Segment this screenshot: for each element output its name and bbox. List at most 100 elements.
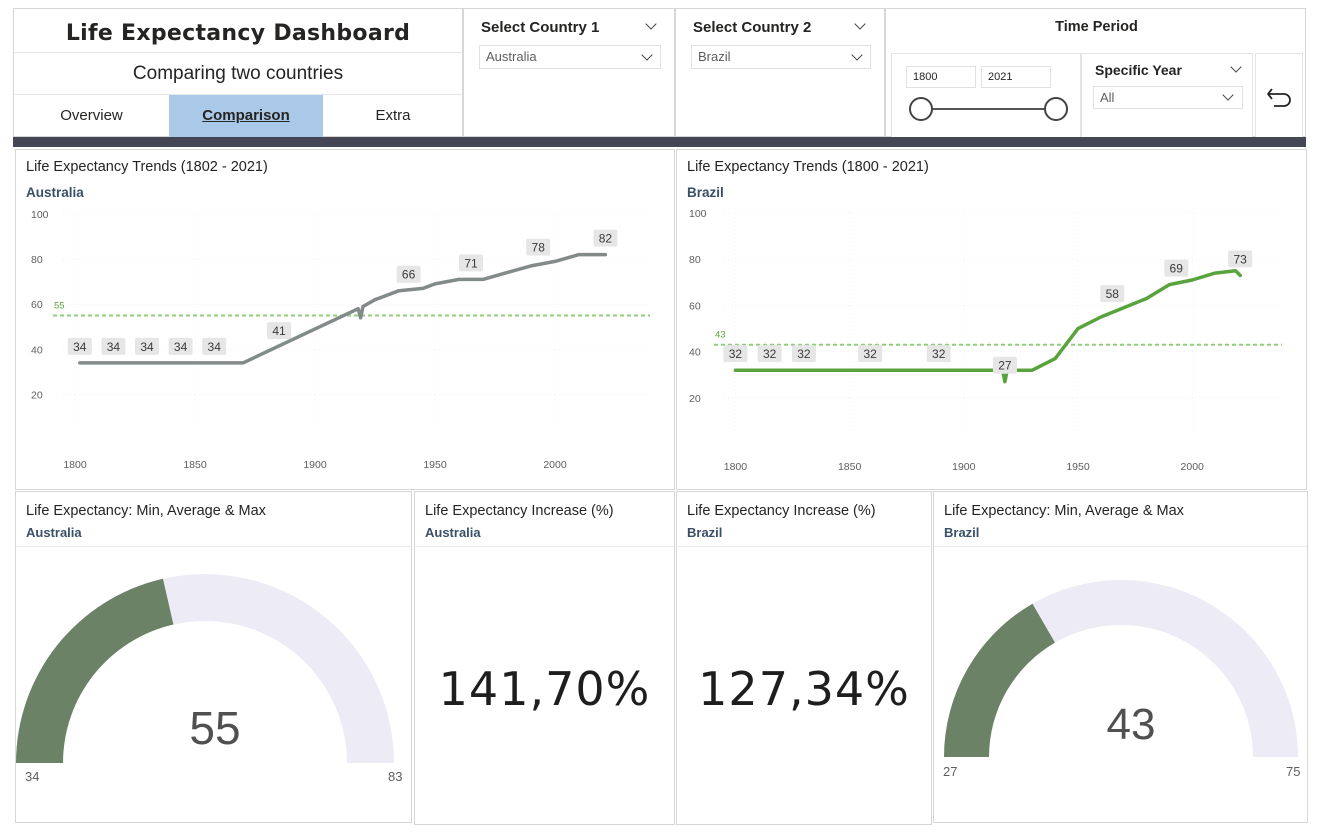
data-label-text: 34 (107, 340, 121, 354)
x-tick-label: 1850 (183, 459, 207, 471)
data-label-text: 41 (272, 324, 286, 338)
data-label: 82 (593, 229, 618, 247)
specific-year-dropdown[interactable]: All (1093, 86, 1243, 109)
x-tick-label: 2000 (1181, 461, 1205, 473)
start-year-input[interactable]: 1800 (906, 66, 976, 88)
x-tick-label: 1900 (952, 461, 976, 473)
data-label-text: 69 (1170, 262, 1184, 276)
trend-chart-country2: 100806040201800 1850 1900 1950 20004332 32 32 3… (689, 208, 1282, 473)
dashboard-title-card: Life Expectancy Dashboard (13, 8, 463, 52)
accent-divider (13, 137, 1306, 147)
card-divider (415, 546, 674, 547)
y-tick-label: 40 (31, 344, 43, 356)
x-tick-label: 1800 (63, 459, 87, 471)
y-tick-label: 80 (31, 254, 43, 266)
y-tick-label: 20 (31, 389, 43, 401)
y-tick-label: 100 (689, 208, 707, 220)
data-label: 66 (396, 265, 421, 283)
data-label-text: 66 (402, 268, 416, 282)
collapse-chevron-icon[interactable] (854, 18, 866, 30)
kpi-country1-label: Australia (425, 525, 481, 540)
data-label-text: 32 (729, 347, 743, 361)
gauge-max-label: 83 (388, 769, 402, 784)
gauge-min-label: 27 (943, 764, 957, 779)
tab-overview[interactable]: Overview (14, 95, 169, 137)
x-tick-label: 1900 (303, 459, 327, 471)
data-label: 34 (202, 337, 227, 355)
x-tick-label: 1800 (724, 461, 748, 473)
kpi-card-country2: Life Expectancy Increase (%) Brazil 127,… (676, 491, 932, 825)
x-tick-label: 2000 (543, 459, 567, 471)
time-period-title: Time Period (1055, 19, 1138, 35)
data-label: 78 (526, 238, 551, 256)
kpi-title-country2: Life Expectancy Increase (%) (687, 503, 876, 519)
gauge-chart-country1: 55 34 83 (16, 574, 402, 784)
data-label-text: 73 (1234, 252, 1248, 266)
data-label: 41 (267, 322, 291, 340)
specific-year-title: Specific Year (1095, 62, 1182, 78)
trend-card-country1: Life Expectancy Trends (1802 - 2021) Aus… (15, 149, 675, 490)
range-start-handle[interactable] (909, 97, 933, 121)
gauge-card-country1: Life Expectancy: Min, Average & Max Aust… (15, 491, 412, 823)
data-label: 34 (135, 337, 159, 355)
kpi-country2-label: Brazil (687, 525, 723, 540)
data-label: 34 (168, 337, 193, 355)
data-label: 32 (723, 345, 748, 363)
gauge-value: 43 (1107, 700, 1156, 749)
gauge-max-label: 75 (1286, 764, 1300, 779)
collapse-chevron-icon[interactable] (645, 18, 657, 30)
data-label-text: 58 (1106, 287, 1120, 301)
dashboard-title: Life Expectancy Dashboard (65, 21, 411, 46)
gauge-card-country2: Life Expectancy: Min, Average & Max Braz… (933, 491, 1308, 823)
country1-slicer: Select Country 1 Australia (463, 8, 675, 137)
card-divider (677, 546, 931, 547)
specific-year-value: All (1100, 90, 1115, 105)
average-label: 55 (54, 301, 65, 312)
x-tick-label: 1950 (1066, 461, 1090, 473)
country1-dropdown[interactable]: Australia (479, 45, 661, 69)
country2-slicer: Select Country 2 Brazil (675, 8, 885, 137)
back-button[interactable] (1255, 53, 1303, 138)
end-year-input[interactable]: 2021 (981, 66, 1051, 88)
country2-value: Brazil (698, 49, 731, 64)
range-end-handle[interactable] (1044, 97, 1068, 121)
country2-dropdown[interactable]: Brazil (691, 45, 871, 69)
kpi-card-country1: Life Expectancy Increase (%) Australia 1… (414, 491, 675, 825)
chevron-down-icon (851, 49, 863, 61)
subtitle-card: Comparing two countries (13, 52, 463, 94)
data-label-text: 82 (599, 232, 613, 246)
chevron-down-icon (1222, 89, 1234, 101)
data-label-text: 34 (140, 340, 154, 354)
data-label: 27 (992, 356, 1017, 374)
gauge-chart-country2: 43 27 75 (943, 580, 1300, 779)
tab-comparison[interactable]: Comparison (169, 95, 323, 137)
y-tick-label: 60 (31, 299, 43, 311)
y-tick-label: 40 (689, 347, 701, 359)
tab-extra[interactable]: Extra (323, 95, 463, 137)
data-label: 32 (757, 345, 782, 363)
year-range-slicer: 1800 2021 (891, 53, 1081, 138)
gauge-fill (944, 603, 1055, 757)
back-arrow-icon (1267, 88, 1291, 107)
data-label-text: 71 (464, 256, 478, 270)
country1-slicer-title: Select Country 1 (481, 19, 600, 36)
collapse-chevron-icon[interactable] (1230, 61, 1242, 73)
data-label-text: 32 (797, 347, 811, 361)
data-label: 73 (1228, 250, 1253, 268)
data-label-text: 32 (763, 347, 777, 361)
data-label: 58 (1100, 285, 1125, 303)
kpi-value-country2: 127,34% (698, 662, 910, 716)
data-label-text: 32 (932, 347, 946, 361)
country2-slicer-title: Select Country 2 (693, 19, 812, 36)
average-label: 43 (715, 330, 726, 341)
kpi-value-country1: 141,70% (438, 662, 651, 716)
data-label: 69 (1164, 259, 1189, 277)
gauge-value: 55 (189, 702, 240, 754)
data-label-text: 34 (174, 340, 188, 354)
y-tick-label: 20 (689, 393, 701, 405)
time-period-panel: Time Period 1800 2021 Specific Year All (885, 8, 1306, 138)
x-tick-label: 1850 (838, 461, 862, 473)
y-tick-label: 100 (31, 209, 49, 221)
range-track (920, 108, 1056, 110)
data-label: 34 (101, 337, 126, 355)
